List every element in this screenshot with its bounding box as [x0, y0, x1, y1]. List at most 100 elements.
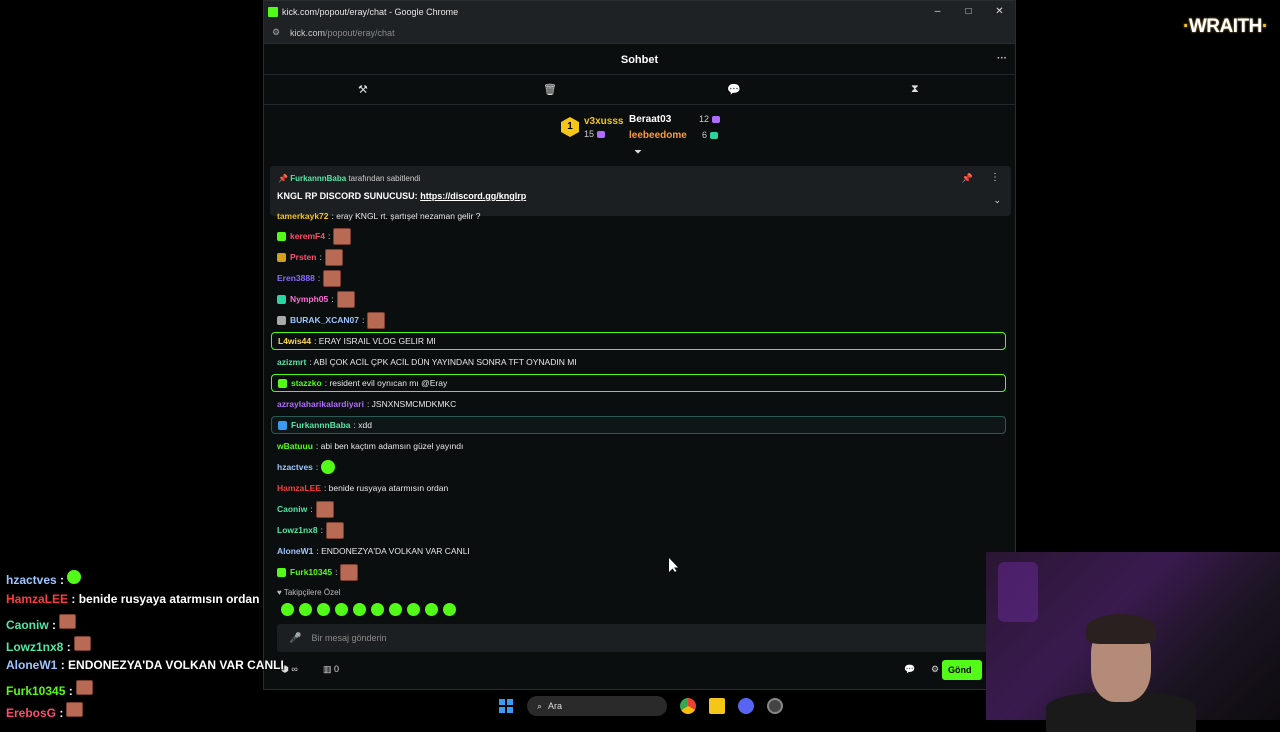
chat-username[interactable]: Caoniw [277, 504, 307, 514]
collapse-leaderboard-icon[interactable]: ⏷ [634, 147, 642, 158]
overlay-text: : [59, 706, 64, 720]
overlay-chat-message: Furk10345 : [6, 680, 93, 698]
chat-text: : ENDONEZYA'DA VOLKAN VAR CANLI [316, 546, 470, 556]
minimize-button[interactable]: – [922, 1, 953, 22]
taskbar-search[interactable]: ⌕ Ara [527, 696, 667, 716]
chat-text: : benide rusyaya atarmısın ordan [323, 483, 449, 493]
emote-button[interactable] [299, 603, 312, 616]
window-title: kick.com/popout/eray/chat - Google Chrom… [282, 6, 459, 17]
microphone-icon[interactable]: 🎤 [289, 633, 301, 644]
message-icon[interactable]: 💬 [727, 83, 741, 96]
url-path: /popout/eray/chat [325, 27, 395, 38]
chat-username[interactable]: stazzko [291, 378, 322, 388]
chat-username[interactable]: HamzaLEE [277, 483, 321, 493]
chat-username[interactable]: keremF4 [290, 231, 325, 241]
chat-username[interactable]: azizmrt [277, 357, 306, 367]
emote-button[interactable] [407, 603, 420, 616]
chat-text: : [319, 252, 322, 262]
windows-start-icon[interactable] [499, 699, 513, 713]
overlay-text: : [52, 618, 57, 632]
chat-username[interactable]: L4wis44 [278, 336, 311, 346]
chat-message: AloneW1: ENDONEZYA'DA VOLKAN VAR CANLI [271, 542, 1006, 560]
webcam-feed [986, 552, 1280, 732]
emote-image [367, 311, 386, 329]
emote-button[interactable] [389, 603, 402, 616]
emote-button[interactable] [425, 603, 438, 616]
chat-username[interactable]: FurkannnBaba [291, 420, 351, 430]
user-badge-icon [277, 294, 286, 304]
discord-icon[interactable] [738, 698, 754, 714]
pinned-more-icon[interactable]: ⋮ [990, 172, 1000, 183]
close-button[interactable]: ✕ [984, 1, 1015, 22]
chat-text: : ERAY ISRAIL VLOG GELIR MI [314, 336, 436, 346]
gavel-icon[interactable]: ⚒ [358, 83, 368, 96]
site-settings-icon[interactable]: ⚙ [272, 27, 282, 38]
emote-image [73, 636, 91, 651]
chat-message: stazzko: resident evil oynıcan mı @Eray [271, 374, 1006, 392]
chat-username[interactable]: Eren3888 [277, 273, 315, 283]
chat-message: Furk10345: [271, 563, 1006, 581]
overlay-chat-message: Lowz1nx8 : [6, 636, 91, 654]
chat-username[interactable]: Prsten [290, 252, 316, 262]
chat-input[interactable]: 🎤 Bir mesaj gönderin [277, 624, 1002, 652]
chat-message: wBatuuu: abi ben kaçtım adamsın güzel ya… [271, 437, 1006, 455]
overlay-chat-message: HamzaLEE : benide rusyaya atarmısın orda… [6, 592, 259, 606]
overlay-chat-message: hzactves : [6, 570, 82, 587]
overlay-chat-message: AloneW1 : ENDONEZYA'DA VOLKAN VAR CANLI [6, 658, 284, 672]
emote-image [321, 460, 336, 474]
chat-message: HamzaLEE: benide rusyaya atarmısın ordan [271, 479, 1006, 497]
emote-button[interactable] [443, 603, 456, 616]
chat-settings-message-icon[interactable]: 💬 [904, 664, 915, 675]
app-icon[interactable] [767, 698, 783, 714]
chat-username[interactable]: BURAK_XCAN07 [290, 315, 359, 325]
maximize-button[interactable]: □ [953, 1, 984, 22]
emote-button[interactable] [281, 603, 294, 616]
address-bar[interactable]: ⚙ kick.com/popout/eray/chat [264, 22, 1015, 44]
chat-message: Nymph05: [271, 290, 1006, 308]
emote-image [315, 500, 334, 518]
chrome-icon[interactable] [680, 698, 696, 714]
trash-icon[interactable]: 🗑 [543, 83, 557, 96]
user-badge-icon [278, 378, 287, 388]
chat-message: Eren3888: [271, 269, 1006, 287]
chat-message: azraylaharikalardiyari: JSNXNSMCMDKMKC [271, 395, 1006, 413]
chat-username[interactable]: Nymph05 [290, 294, 328, 304]
overlay-chat-message: ErebosG : [6, 702, 84, 720]
emote-button[interactable] [371, 603, 384, 616]
gear-icon[interactable]: ⚙ [931, 664, 939, 675]
chat-username[interactable]: azraylaharikalardiyari [277, 399, 364, 409]
emote-button[interactable] [317, 603, 330, 616]
send-button[interactable]: Gönd [942, 660, 982, 680]
emote-image [333, 227, 352, 245]
gift-icon[interactable]: ▥ 0 [323, 664, 339, 675]
chat-username[interactable]: AloneW1 [277, 546, 313, 556]
emote-image [75, 680, 93, 695]
hourglass-icon[interactable]: ⧗ [911, 83, 919, 96]
chat-username[interactable]: tamerkayk72 [277, 211, 329, 221]
more-options-button[interactable]: ··· [997, 53, 1007, 64]
overlay-text: : [66, 640, 71, 654]
expand-pinned-icon[interactable]: ⌄ [993, 195, 1001, 206]
chat-username[interactable]: Lowz1nx8 [277, 525, 318, 535]
leader-second-count: 12 [699, 114, 721, 124]
chat-text: : [310, 504, 313, 514]
search-icon: ⌕ [537, 700, 543, 711]
user-badge-icon [277, 231, 286, 241]
folder-icon[interactable] [709, 698, 725, 714]
emote-image [336, 290, 355, 308]
chat-message: L4wis44: ERAY ISRAIL VLOG GELIR MI [271, 332, 1006, 350]
chat-text: : abi ben kaçtım adamsın güzel yayındı [315, 441, 464, 451]
chat-text: : [335, 567, 338, 577]
user-badge-icon [277, 252, 286, 262]
chat-text: : [331, 294, 334, 304]
pinned-link[interactable]: https://discord.gg/knglrp [420, 191, 526, 201]
emote-button[interactable] [335, 603, 348, 616]
chat-username[interactable]: Furk10345 [290, 567, 332, 577]
chat-username[interactable]: wBatuuu [277, 441, 313, 451]
chat-text: : [317, 273, 321, 283]
pin-icon[interactable]: 📌 [962, 173, 973, 184]
chat-text: : [320, 525, 323, 535]
chat-username[interactable]: hzactves [277, 462, 313, 472]
emote-image [67, 570, 82, 584]
emote-button[interactable] [353, 603, 366, 616]
